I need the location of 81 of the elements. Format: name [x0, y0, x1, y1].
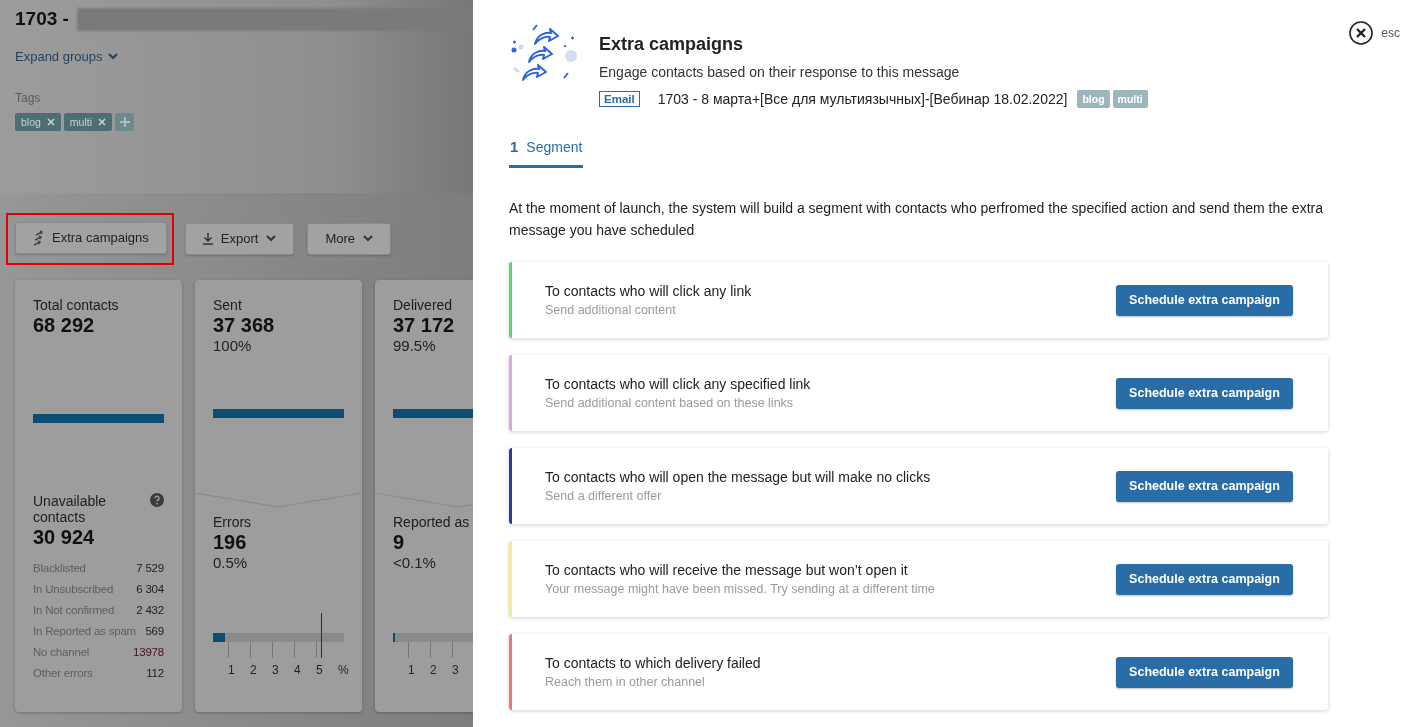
- scale-tick-label: 1: [228, 663, 235, 677]
- channel-badge: Email: [599, 91, 640, 107]
- schedule-button[interactable]: Schedule extra campaign: [1116, 377, 1293, 409]
- breakdown-value: 13978: [133, 645, 164, 658]
- breakdown-label: In Reported as spam: [33, 624, 136, 637]
- schedule-button[interactable]: Schedule extra campaign: [1116, 284, 1293, 316]
- breakdown-label: In Unsubscribed: [33, 582, 114, 595]
- export-button[interactable]: Export: [184, 222, 295, 255]
- breakdown-label: In Not confirmed: [33, 603, 115, 616]
- panel-subtitle: Engage contacts based on their response to this message: [599, 64, 961, 80]
- option-description: Send additional content based on these links: [545, 396, 795, 410]
- stat-label: Delivered: [393, 297, 454, 313]
- description-text: At the moment of launch, the system will build a segment with contacts who perfromed the specified action and send them the extra message you have scheduled: [509, 199, 1324, 240]
- stat-percent: 99.5%: [393, 337, 437, 354]
- stat-label: Total contacts: [33, 297, 120, 313]
- step-tab[interactable]: 1 Segment: [509, 138, 584, 168]
- option-title: To contacts who will receive the message but won’t open it: [545, 562, 909, 578]
- tag-chip: blog: [15, 113, 61, 131]
- scale-tick-label: %: [338, 663, 349, 677]
- option-title: To contacts who will click any link: [545, 283, 753, 299]
- stat-value: 68 292: [33, 313, 96, 337]
- chevron-divider-icon: [195, 493, 362, 508]
- stat-label: Sent: [213, 297, 243, 313]
- scale-tick-label: 4: [294, 663, 301, 677]
- page-title: 1703 -: [15, 8, 69, 30]
- scale-tick-label: 2: [430, 663, 437, 677]
- tag-chip: multi: [63, 113, 113, 131]
- scale-tick-label: 1: [408, 663, 415, 677]
- stat-percent: 0.5%: [213, 554, 249, 571]
- schedule-button[interactable]: Schedule extra campaign: [1116, 656, 1293, 688]
- chevron-down-icon: [266, 235, 277, 242]
- option-title: To contacts to which delivery failed: [545, 655, 762, 671]
- help-icon[interactable]: [150, 493, 164, 507]
- breakdown-label: Other errors: [33, 666, 93, 679]
- stat-value: 196: [213, 530, 248, 554]
- stat-label: Unavailable contacts: [33, 493, 108, 525]
- tag-chip: multi: [1112, 90, 1148, 108]
- breakdown-label: No channel: [33, 645, 90, 658]
- stat-value: 37 368: [213, 313, 276, 337]
- chevron-down-icon: [108, 53, 119, 60]
- arrows-icon: [33, 229, 44, 246]
- panel-title: Extra campaigns: [599, 34, 745, 55]
- scale-tick-label: 5: [316, 663, 323, 677]
- plus-icon: [119, 117, 130, 127]
- close-icon[interactable]: [1349, 21, 1374, 45]
- remove-icon[interactable]: [46, 118, 55, 126]
- option-description: Reach them in other channel: [545, 675, 706, 689]
- scale-tick-label: 3: [272, 663, 279, 677]
- breakdown-value: 112: [146, 666, 164, 679]
- schedule-button[interactable]: Schedule extra campaign: [1116, 470, 1293, 502]
- add-tag-button[interactable]: [115, 113, 135, 131]
- stat-value: 30 924: [33, 525, 96, 549]
- stat-label: Errors: [213, 514, 253, 530]
- schedule-button[interactable]: Schedule extra campaign: [1116, 563, 1293, 595]
- breakdown-value: 569: [145, 624, 164, 637]
- stat-percent: 100%: [213, 337, 253, 354]
- option-title: To contacts who will click any specified link: [545, 376, 812, 392]
- option-description: Your message might have been missed. Try sending at a different time: [545, 582, 936, 596]
- expand-groups-link[interactable]: Expand groups: [15, 49, 119, 64]
- stat-percent: <0.1%: [393, 554, 437, 571]
- extra-campaigns-button[interactable]: Extra campaigns: [15, 221, 167, 254]
- breakdown-value: 6 304: [136, 582, 164, 595]
- breakdown-value: 2 432: [136, 603, 164, 616]
- option-title: To contacts who will open the message but will make no clicks: [545, 469, 932, 485]
- breakdown-label: Blacklisted: [33, 561, 86, 574]
- breakdown-value: 7 529: [136, 561, 164, 574]
- more-button[interactable]: More: [307, 222, 392, 255]
- tags-label: Tags: [15, 91, 42, 105]
- esc-hint: esc: [1381, 26, 1400, 40]
- scale-tick-label: 2: [250, 663, 257, 677]
- remove-icon[interactable]: [98, 118, 107, 126]
- option-description: Send additional content: [545, 303, 677, 317]
- stat-label: Reported as: [393, 514, 471, 530]
- scale-tick-label: 3: [452, 663, 459, 677]
- stat-value: 9: [393, 530, 406, 554]
- tag-chip: blog: [1077, 90, 1110, 108]
- message-name: 1703 - 8 марта+[Все для мультиязычных]-[Вебинар 18.02.2022]: [657, 91, 1068, 107]
- download-icon: [202, 232, 213, 245]
- stat-value: 37 172: [393, 313, 456, 337]
- option-description: Send a different offer: [545, 489, 663, 503]
- chevron-down-icon: [363, 235, 374, 242]
